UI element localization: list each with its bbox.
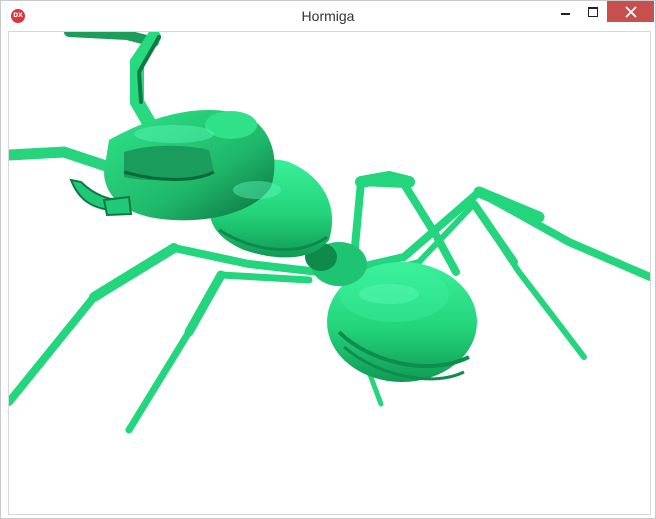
ant-antenna-left (9, 146, 115, 173)
close-button[interactable] (607, 1, 654, 22)
ant-3d-model (9, 32, 650, 434)
title-bar[interactable]: DX Hormiga (1, 1, 655, 31)
minimize-icon (561, 13, 570, 15)
app-window: DX Hormiga (0, 0, 656, 519)
render-viewport[interactable] (8, 31, 651, 515)
close-icon (624, 5, 637, 18)
maximize-button[interactable] (579, 1, 606, 23)
maximize-icon (587, 7, 598, 17)
minimize-button[interactable] (552, 1, 579, 23)
